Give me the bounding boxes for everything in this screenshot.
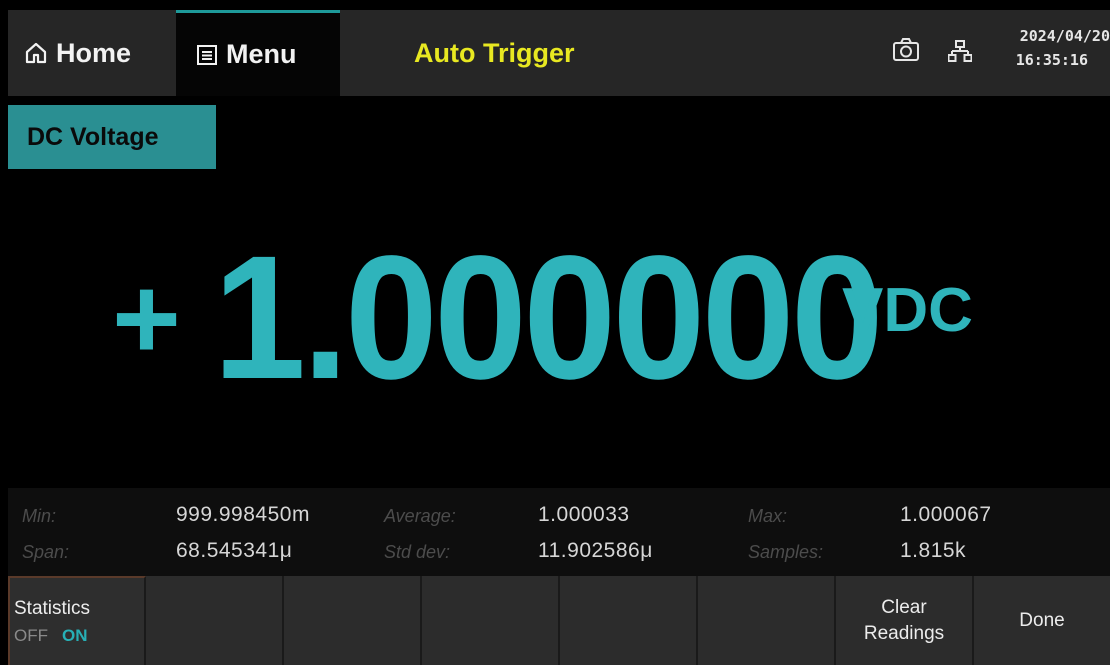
reading-sign: + <box>112 253 181 385</box>
trigger-mode-label[interactable]: Auto Trigger <box>414 10 575 96</box>
softkey-4[interactable] <box>422 576 560 665</box>
date-time: 2024/04/20 16:35:16 <box>970 24 1110 72</box>
softkey-bar: Statistics OFF ON Clear Readings Done <box>8 576 1110 665</box>
clear-readings-line1: Clear <box>881 596 927 618</box>
home-tab-label: Home <box>56 37 132 68</box>
stat-min-value: 999.998450m <box>176 503 310 526</box>
done-button[interactable]: Done <box>974 576 1110 665</box>
softkey-6[interactable] <box>698 576 836 665</box>
multimeter-screen: Home Menu Auto Trigger 2024/04/20 16:35:… <box>8 10 1110 665</box>
date-text: 2024/04/20 <box>1019 27 1110 45</box>
stat-average-label: Average: <box>384 506 456 526</box>
statistics-button-label: Statistics <box>14 597 91 619</box>
network-icon <box>947 40 973 69</box>
stat-span-label: Span: <box>22 542 70 562</box>
function-badge[interactable]: DC Voltage <box>8 105 216 169</box>
top-bar: Home Menu Auto Trigger 2024/04/20 16:35:… <box>8 10 1110 96</box>
clear-readings-label: Clear Readings <box>864 595 944 647</box>
main-reading: + 1.000000 VDC <box>8 230 1110 406</box>
clear-readings-button[interactable]: Clear Readings <box>836 576 974 665</box>
stat-stddev-label: Std dev: <box>384 542 451 562</box>
softkey-3[interactable] <box>284 576 422 665</box>
clear-readings-line2: Readings <box>863 622 945 644</box>
menu-icon <box>196 44 218 66</box>
stat-samples-value: 1.815k <box>900 539 967 562</box>
stat-min-label: Min: <box>22 506 57 526</box>
statistics-panel: Min: 999.998450m Average: 1.000033 Max: … <box>8 488 1110 576</box>
stat-max-value: 1.000067 <box>900 503 992 526</box>
home-tab[interactable]: Home <box>8 10 174 96</box>
reading-unit: VDC <box>842 276 973 345</box>
statistics-options: OFF ON <box>14 626 88 646</box>
menu-tab-label: Menu <box>226 39 297 69</box>
stat-max-label: Max: <box>748 506 788 526</box>
screenshot-camera-icon[interactable] <box>892 37 920 68</box>
statistics-on-option: ON <box>62 625 88 645</box>
softkey-5[interactable] <box>560 576 698 665</box>
softkey-2[interactable] <box>146 576 284 665</box>
menu-tab[interactable]: Menu <box>176 10 340 96</box>
time-text: 16:35:16 <box>1015 51 1088 69</box>
stat-span-value: 68.545341μ <box>176 539 293 562</box>
stat-stddev-value: 11.902586μ <box>538 539 653 562</box>
statistics-off-option: OFF <box>14 625 48 645</box>
home-icon <box>24 41 48 65</box>
stat-average-value: 1.000033 <box>538 503 630 526</box>
reading-value: 1.000000 <box>213 220 884 416</box>
statistics-toggle-button[interactable]: Statistics OFF ON <box>8 576 146 665</box>
stat-samples-label: Samples: <box>748 542 824 562</box>
